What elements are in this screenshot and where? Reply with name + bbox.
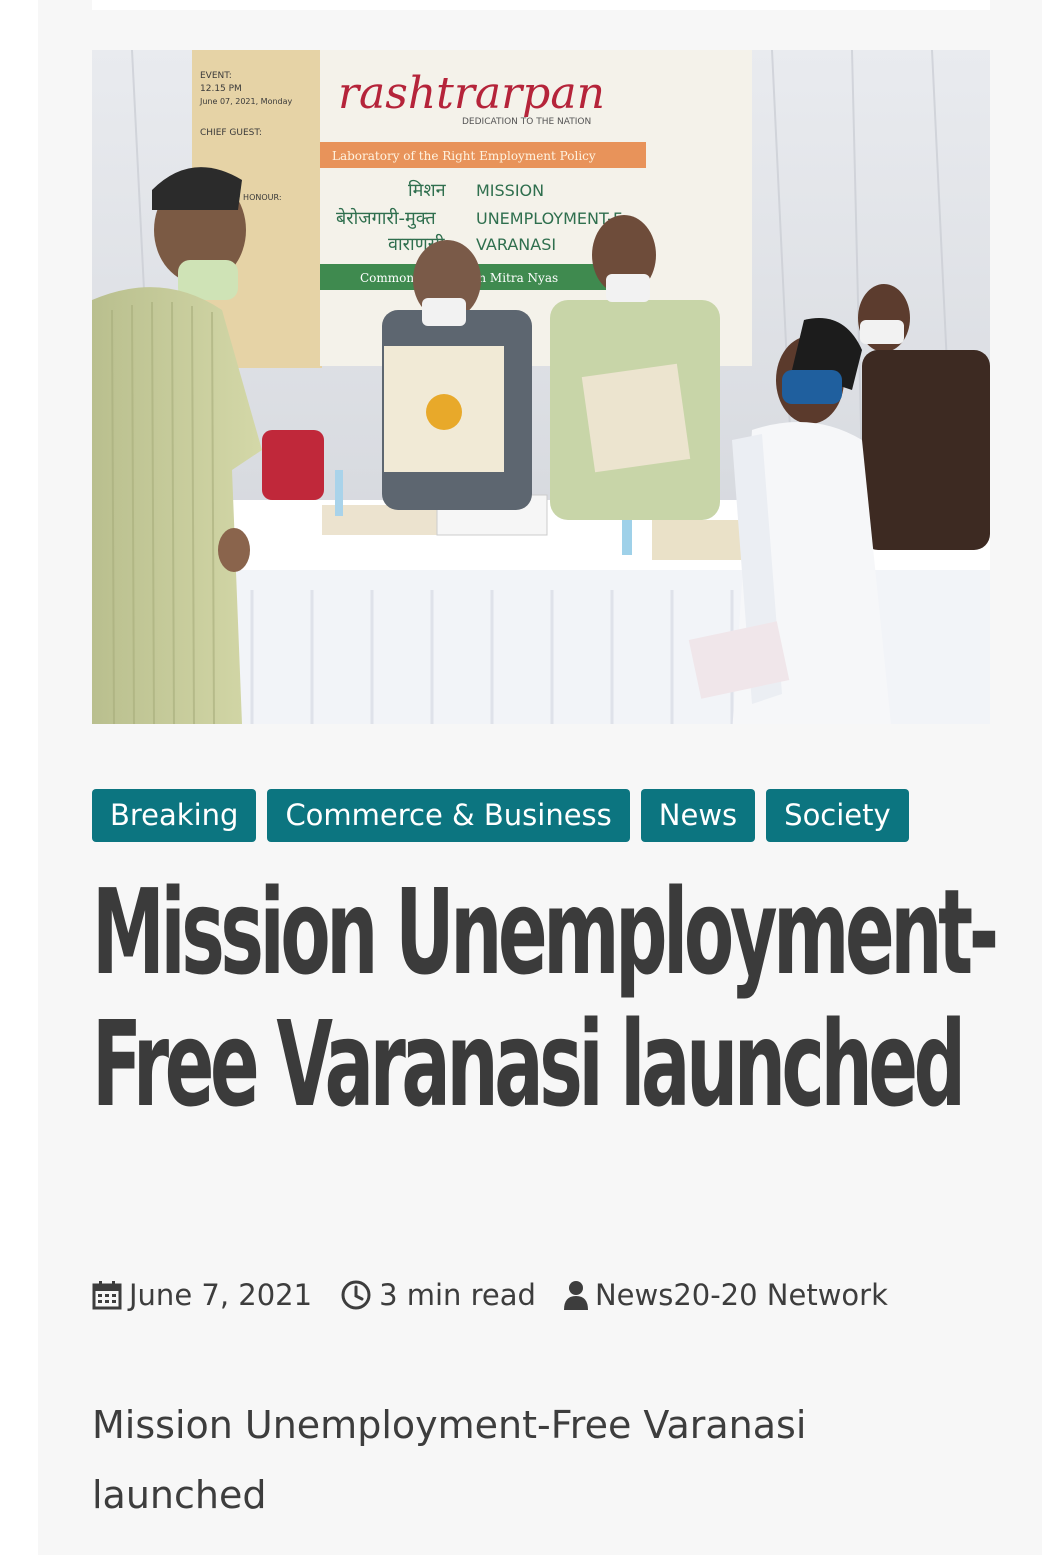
article-page: EVENT: 12.15 PM June 07, 2021, Monday CH… [38,0,1042,1555]
banner-brand: rashtrarpan [338,68,605,119]
featured-image[interactable]: EVENT: 12.15 PM June 07, 2021, Monday CH… [92,50,990,724]
category-news[interactable]: News [640,789,756,842]
article-meta: June 7, 2021 3 min read News20-20 Networ… [92,1278,888,1312]
banner-mission-en: MISSION [476,181,544,200]
category-society[interactable]: Society [766,789,909,842]
poster-chief-guest: CHIEF GUEST: [200,128,262,138]
post-author-text: News20-20 Network [594,1278,888,1312]
post-author[interactable]: News20-20 Network [563,1278,888,1312]
post-date-text: June 7, 2021 [129,1278,313,1312]
post-date[interactable]: June 7, 2021 [92,1278,312,1312]
poster-date: June 07, 2021, Monday [199,97,293,106]
read-time-text: 3 min read [379,1278,536,1312]
category-tags: Breaking Commerce & Business News Societ… [92,789,909,842]
poster-event: EVENT: [200,71,232,81]
banner-line3-en: VARANASI [476,235,556,254]
user-icon [563,1281,588,1310]
category-breaking[interactable]: Breaking [92,789,257,842]
banner-subtitle: Laboratory of the Right Employment Polic… [332,149,596,163]
header-strip [92,0,990,10]
article-excerpt: Mission Unemployment-Free Varanasi launc… [92,1403,807,1517]
banner-line2-hi: बेरोजगारी-मुक्त [336,207,436,229]
banner-line2-en: UNEMPLOYMENT-F [476,209,622,228]
banner-tagline: DEDICATION TO THE NATION [462,117,591,127]
banner-mission-hi: मिशन [408,179,447,201]
article-title: Mission Unemployment-Free Varanasi launc… [92,863,999,1133]
calendar-icon [92,1281,122,1310]
clock-icon [341,1280,371,1310]
read-time: 3 min read [340,1278,536,1312]
category-commerce-business[interactable]: Commerce & Business [267,789,630,842]
poster-time: 12.15 PM [200,84,242,94]
